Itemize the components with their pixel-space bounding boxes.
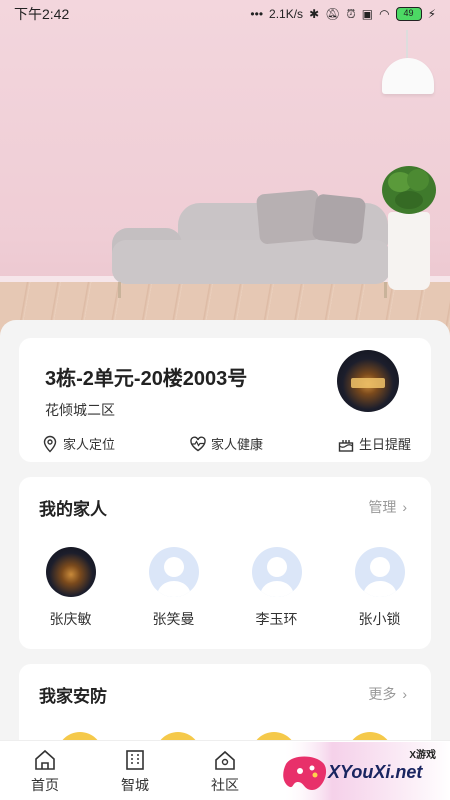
location-pin-icon <box>43 435 57 452</box>
pillow <box>255 189 323 245</box>
nav-smart-city[interactable]: 智城 <box>90 741 180 800</box>
family-health-button[interactable]: 家人健康 <box>189 434 263 453</box>
heart-pulse-icon <box>190 436 206 451</box>
avatar <box>45 547 96 597</box>
default-avatar-icon <box>251 547 302 597</box>
birthday-reminder-button[interactable]: 生日提醒 <box>337 434 411 453</box>
house-avatar[interactable] <box>337 350 399 412</box>
sim-off-icon: ▣ <box>361 7 374 21</box>
plant-icon <box>382 166 436 214</box>
community-name: 花倾城二区 <box>45 402 115 418</box>
chevron-right-icon: › <box>402 499 407 515</box>
home-icon <box>35 749 55 770</box>
charging-icon: ⚡︎ <box>427 7 436 21</box>
mute-bell-icon: 🔕︎ <box>325 7 341 21</box>
security-more-link[interactable]: 更多 › <box>368 684 407 704</box>
nav-label: 社区 <box>211 777 239 793</box>
nav-label: 首页 <box>31 777 59 793</box>
nav-home[interactable]: 首页 <box>0 741 90 800</box>
nav-community[interactable]: 社区 <box>180 741 270 800</box>
chevron-right-icon: › <box>402 686 407 702</box>
hero-banner <box>0 0 450 340</box>
nav-label: 智城 <box>121 777 149 793</box>
sofa-seat <box>112 240 390 284</box>
action-label: 生日提醒 <box>358 437 411 452</box>
family-members-list: 张庆敏 张笑曼 李玉环 张小锁 <box>19 547 431 629</box>
family-location-button[interactable]: 家人定位 <box>41 434 115 453</box>
community-house-icon <box>215 750 235 770</box>
action-label: 家人定位 <box>63 437 116 452</box>
member-name: 张小锁 <box>358 611 401 627</box>
more-label: 更多 <box>368 686 397 702</box>
lamp-cord <box>406 30 408 60</box>
network-speed: 2.1K/s <box>269 7 304 21</box>
member-name: 张笑曼 <box>152 611 195 627</box>
house-card[interactable]: 3栋-2单元-20楼2003号 花倾城二区 家人定位 家人健康 生日提醒 <box>19 338 431 462</box>
bluetooth-icon: ✱ <box>309 7 320 21</box>
member-name: 李玉环 <box>255 611 298 627</box>
family-section-title: 我的家人 <box>39 500 107 519</box>
manage-family-link[interactable]: 管理 › <box>368 497 407 517</box>
action-label: 家人健康 <box>210 437 263 452</box>
family-member[interactable]: 张笑曼 <box>122 547 225 629</box>
wifi-icon: ◠ <box>379 7 390 21</box>
ceiling-lamp <box>382 58 434 94</box>
city-building-icon <box>126 750 144 770</box>
security-section-title: 我家安防 <box>39 687 107 706</box>
watermark-tag: X游戏 <box>409 750 436 761</box>
house-address: 3栋-2单元-20楼2003号 <box>45 368 248 390</box>
pillow <box>311 193 367 245</box>
family-member[interactable]: 张庆敏 <box>19 547 122 629</box>
family-member[interactable]: 张小锁 <box>328 547 431 629</box>
sofa-leg <box>384 282 387 298</box>
alarm-icon: ⏰︎ <box>346 6 356 21</box>
family-card: 我的家人 管理 › 张庆敏 张笑曼 李玉环 张小锁 <box>19 477 431 649</box>
member-name: 张庆敏 <box>49 611 92 627</box>
status-time: 下午2:42 <box>14 6 70 22</box>
more-dots-icon: ••• <box>250 7 264 21</box>
default-avatar-icon <box>354 547 405 597</box>
house-actions: 家人定位 家人健康 生日提醒 <box>41 434 411 453</box>
default-avatar-icon <box>148 547 199 597</box>
birthday-cake-icon <box>338 439 354 452</box>
manage-label: 管理 <box>368 499 397 515</box>
family-member[interactable]: 李玉环 <box>225 547 328 629</box>
plant-pot <box>388 212 430 290</box>
sofa-leg <box>118 282 121 298</box>
battery-icon: 49 <box>395 7 422 21</box>
watermark-site: XYouXi.net <box>328 762 423 782</box>
status-bar: 下午2:42 ••• 2.1K/s ✱ 🔕︎ ⏰︎ ▣ ◠ 49 ⚡︎ <box>0 0 450 28</box>
